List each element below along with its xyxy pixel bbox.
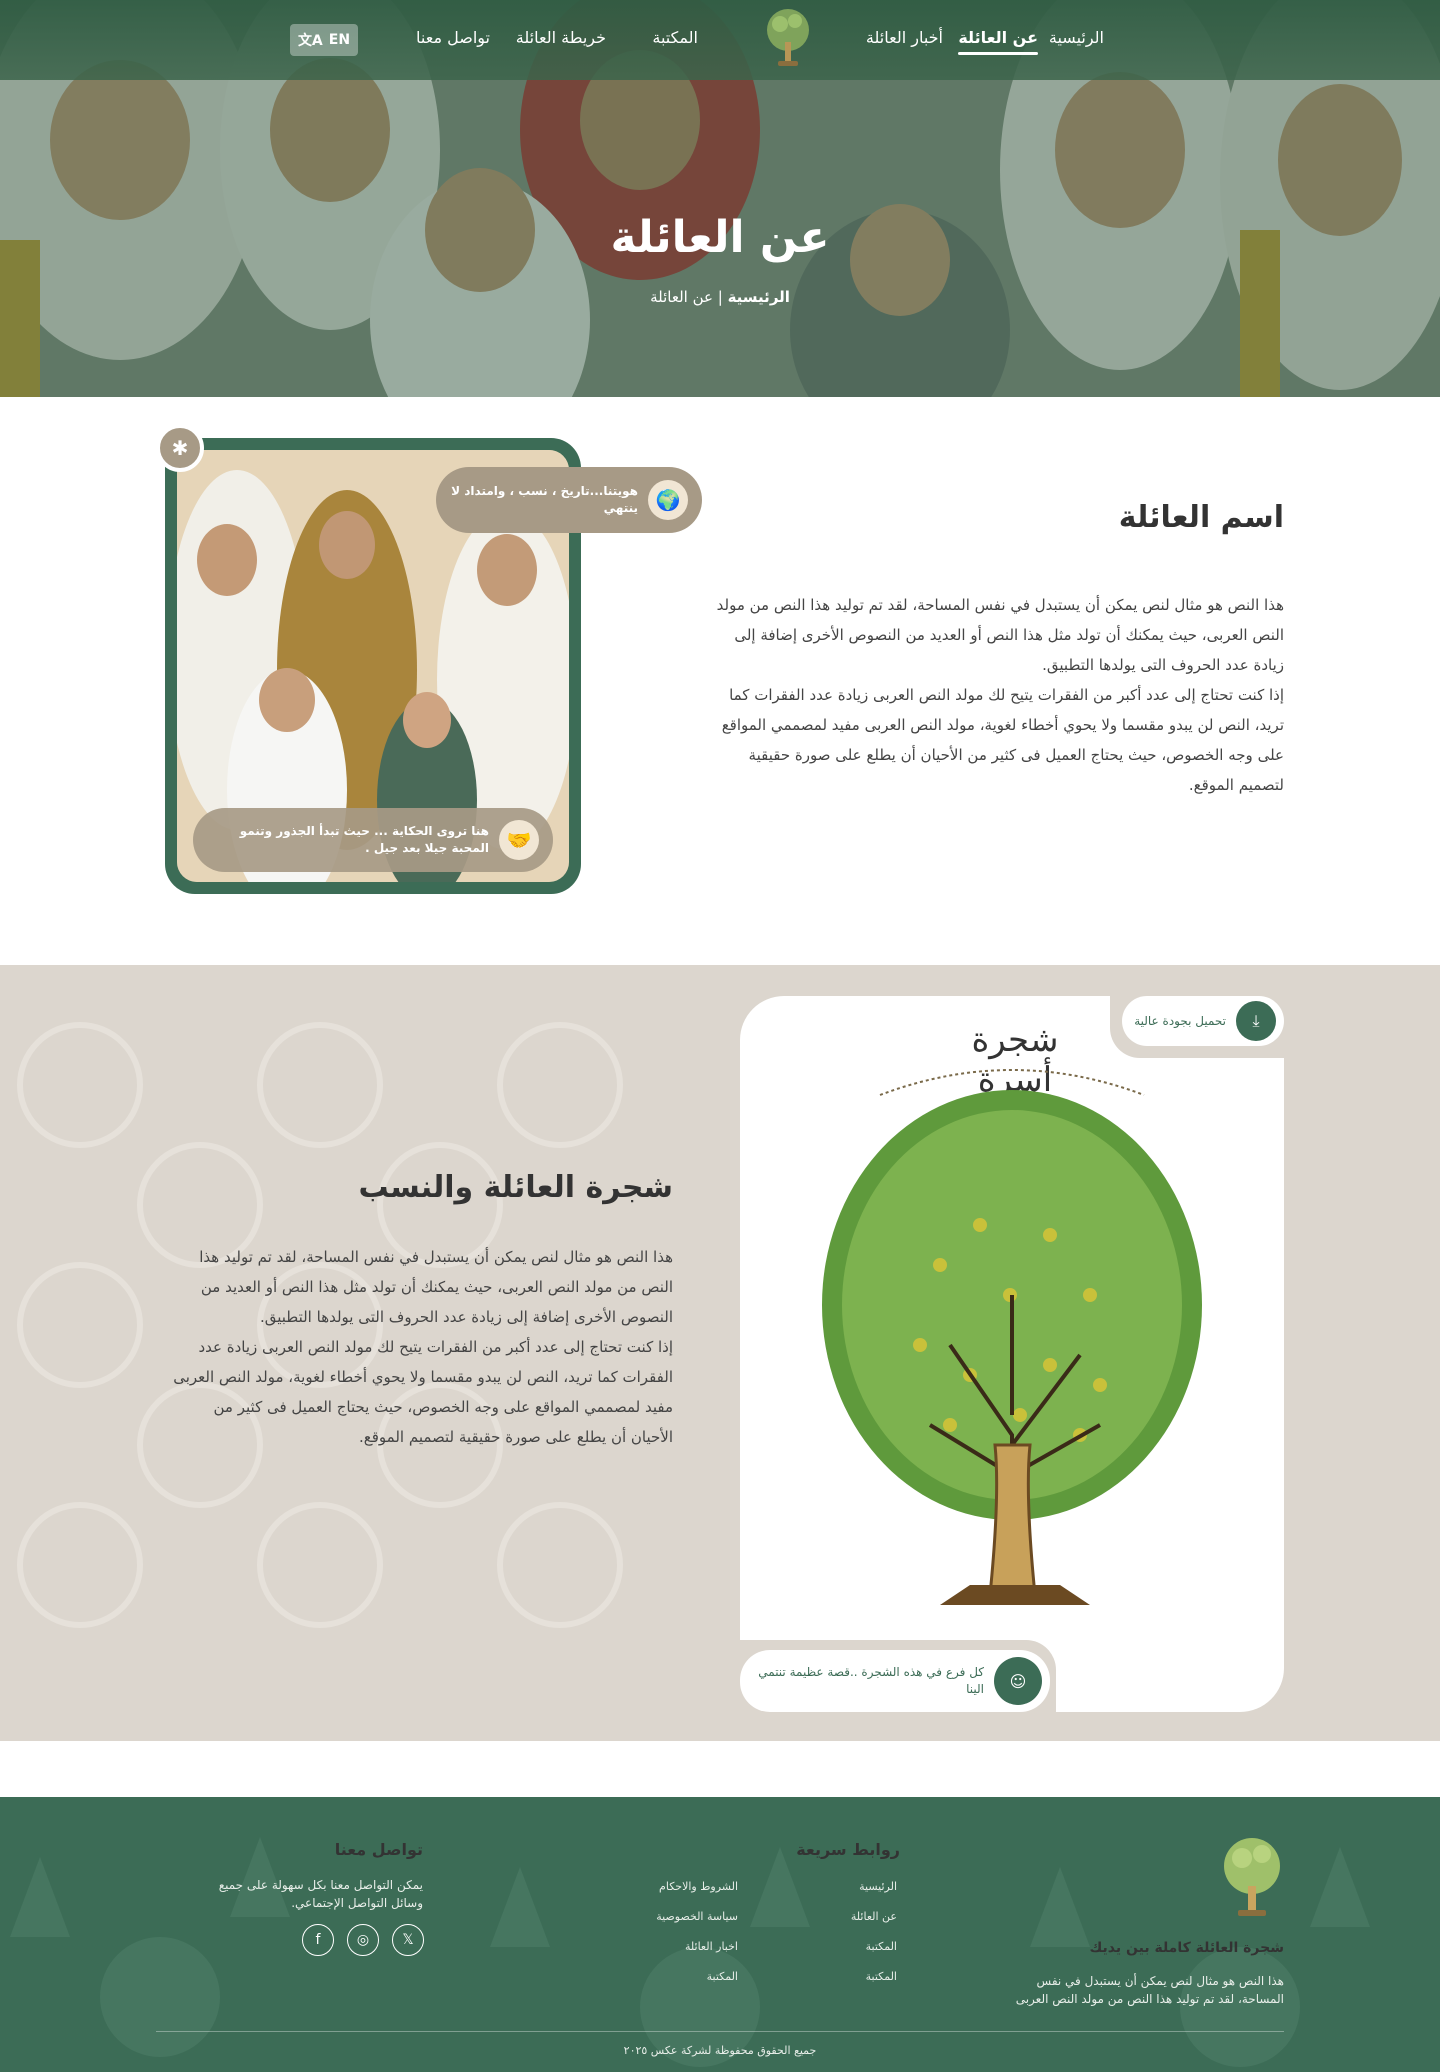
palm-badge-icon: ✱ [156, 424, 204, 472]
top-navigation: الرئيسية عن العائلة أخبار العائلة المكتب… [0, 0, 1440, 80]
facebook-icon[interactable]: f [302, 1924, 334, 1956]
globe-plant-icon: 🌍 [648, 480, 688, 520]
about-paragraph-2: إذا كنت تحتاج إلى عدد أكبر من الفقرات يت… [721, 686, 1284, 794]
tree-text: هذا النص هو مثال لنص يمكن أن يستبدل في ن… [173, 1242, 673, 1452]
breadcrumb-current: عن العائلة [650, 288, 713, 306]
nav-item-about[interactable]: عن العائلة [958, 28, 1038, 55]
nav-item-family-map[interactable]: خريطة العائلة [516, 28, 606, 47]
quick-links-title: روابط سريعة [796, 1840, 900, 1859]
identity-badge: 🌍 هويتنا...تاريخ ، نسب ، وامتداد لا ينته… [436, 467, 702, 533]
contact-title: تواصل معنا [334, 1840, 423, 1859]
x-icon[interactable]: 𝕏 [392, 1924, 424, 1956]
contact-text: يمكن التواصل معنا بكل سهولة على جميع وسا… [218, 1878, 423, 1910]
tree-caption: ☺ كل فرع في هذه الشجرة ..قصة عظيمة تنتمي… [740, 1650, 1050, 1712]
identity-badge-text: هويتنا...تاريخ ، نسب ، وامتداد لا ينتهي [451, 484, 638, 515]
breadcrumb-separator: | [717, 288, 723, 306]
language-switch-button[interactable]: 文A EN [290, 24, 358, 56]
nav-item-library[interactable]: المكتبة [652, 28, 698, 47]
family-portrait-icon: ☺ [994, 1657, 1042, 1705]
copyright: جميع الحقوق محفوظة لشركة عكس ٢٠٢٥ [623, 2044, 817, 2057]
footer-link-terms[interactable]: الشروط والاحكام [659, 1880, 738, 1893]
download-icon: ⤓ [1236, 1001, 1276, 1041]
footer-description: هذا النص هو مثال لنص يمكن أن يستبدل في ن… [1015, 1974, 1284, 2006]
breadcrumb: الرئيسية | عن العائلة [0, 288, 1440, 306]
footer-brand: شجرة العائلة كاملة بين يديك [1089, 1940, 1284, 1956]
footer-link-news[interactable]: اخبار العائلة [685, 1940, 738, 1953]
handshake-icon: 🤝 [499, 820, 539, 860]
footer-link-library-2[interactable]: المكتبة [866, 1970, 897, 1983]
translate-icon: 文A [297, 33, 323, 49]
tree-caption-text: كل فرع في هذه الشجرة ..قصة عظيمة تنتمي ا… [758, 1665, 984, 1696]
footer-divider [156, 2031, 1284, 2032]
story-badge: 🤝 هنا تروى الحكاية ... حيث تبدأ الجذور و… [193, 808, 553, 872]
breadcrumb-home[interactable]: الرئيسية [728, 288, 790, 306]
tree-title: شجرة العائلة والنسب [358, 1170, 673, 1205]
tree-paragraph-2: إذا كنت تحتاج إلى عدد أكبر من الفقرات يت… [173, 1338, 673, 1446]
nav-item-news[interactable]: أخبار العائلة [866, 28, 943, 47]
footer-link-privacy[interactable]: سياسة الخصوصية [656, 1910, 738, 1923]
family-tree-logo[interactable] [764, 6, 812, 72]
footer-link-home[interactable]: الرئيسية [859, 1880, 897, 1893]
footer-link-about[interactable]: عن العائلة [851, 1910, 897, 1923]
nav-item-contact[interactable]: تواصل معنا [416, 28, 490, 47]
family-tree-illustration [822, 1069, 1202, 1605]
language-label: EN [328, 32, 351, 48]
footer-link-library[interactable]: المكتبة [866, 1940, 897, 1953]
footer-tree-logo [1224, 1838, 1280, 1916]
about-paragraph-1: هذا النص هو مثال لنص يمكن أن يستبدل في ن… [716, 596, 1284, 674]
tree-paragraph-1: هذا النص هو مثال لنص يمكن أن يستبدل في ن… [199, 1248, 673, 1326]
instagram-icon[interactable]: ◎ [347, 1924, 379, 1956]
nav-item-home[interactable]: الرئيسية [1049, 28, 1104, 47]
about-text: هذا النص هو مثال لنص يمكن أن يستبدل في ن… [714, 590, 1284, 800]
page-title: عن العائلة [610, 212, 830, 263]
footer-link-library-3[interactable]: المكتبة [707, 1970, 738, 1983]
story-badge-text: هنا تروى الحكاية ... حيث تبدأ الجذور وتن… [239, 824, 489, 855]
about-title: اسم العائلة [1118, 500, 1284, 535]
